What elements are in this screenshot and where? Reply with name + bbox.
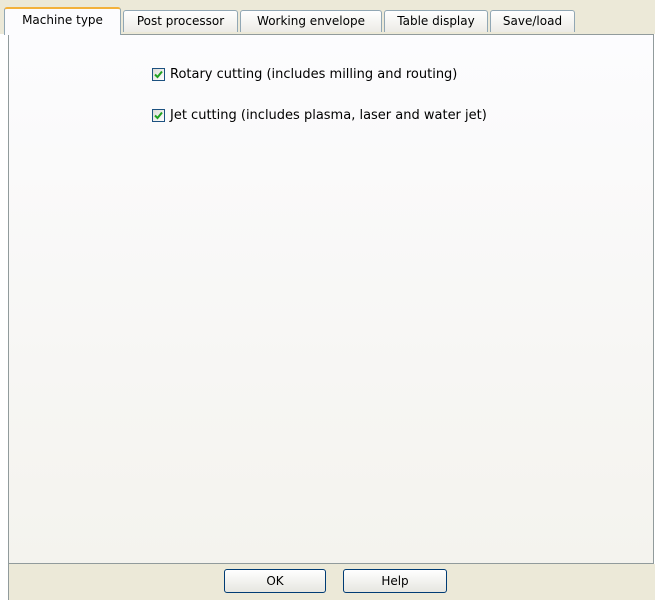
tab-working-envelope[interactable]: Working envelope xyxy=(240,10,382,32)
ok-button[interactable]: OK xyxy=(224,569,326,593)
tab-strip: Machine type Post processor Working enve… xyxy=(0,0,655,35)
checkmark-icon xyxy=(154,111,163,120)
machine-type-panel: Rotary cutting (includes milling and rou… xyxy=(8,34,654,564)
help-button[interactable]: Help xyxy=(343,569,447,593)
checkmark-icon xyxy=(154,70,163,79)
jet-cutting-label: Jet cutting (includes plasma, laser and … xyxy=(170,108,487,123)
tab-save-load[interactable]: Save/load xyxy=(490,10,575,32)
rotary-cutting-label: Rotary cutting (includes milling and rou… xyxy=(170,67,458,82)
machine-setup-dialog: Machine type Post processor Working enve… xyxy=(0,0,655,600)
rotary-cutting-checkbox[interactable] xyxy=(152,68,165,81)
tab-post-processor[interactable]: Post processor xyxy=(123,10,238,32)
jet-cutting-checkbox[interactable] xyxy=(152,109,165,122)
tab-machine-type[interactable]: Machine type xyxy=(4,7,121,35)
dialog-button-bar: OK Help xyxy=(8,564,655,600)
tab-table-display[interactable]: Table display xyxy=(384,10,488,32)
